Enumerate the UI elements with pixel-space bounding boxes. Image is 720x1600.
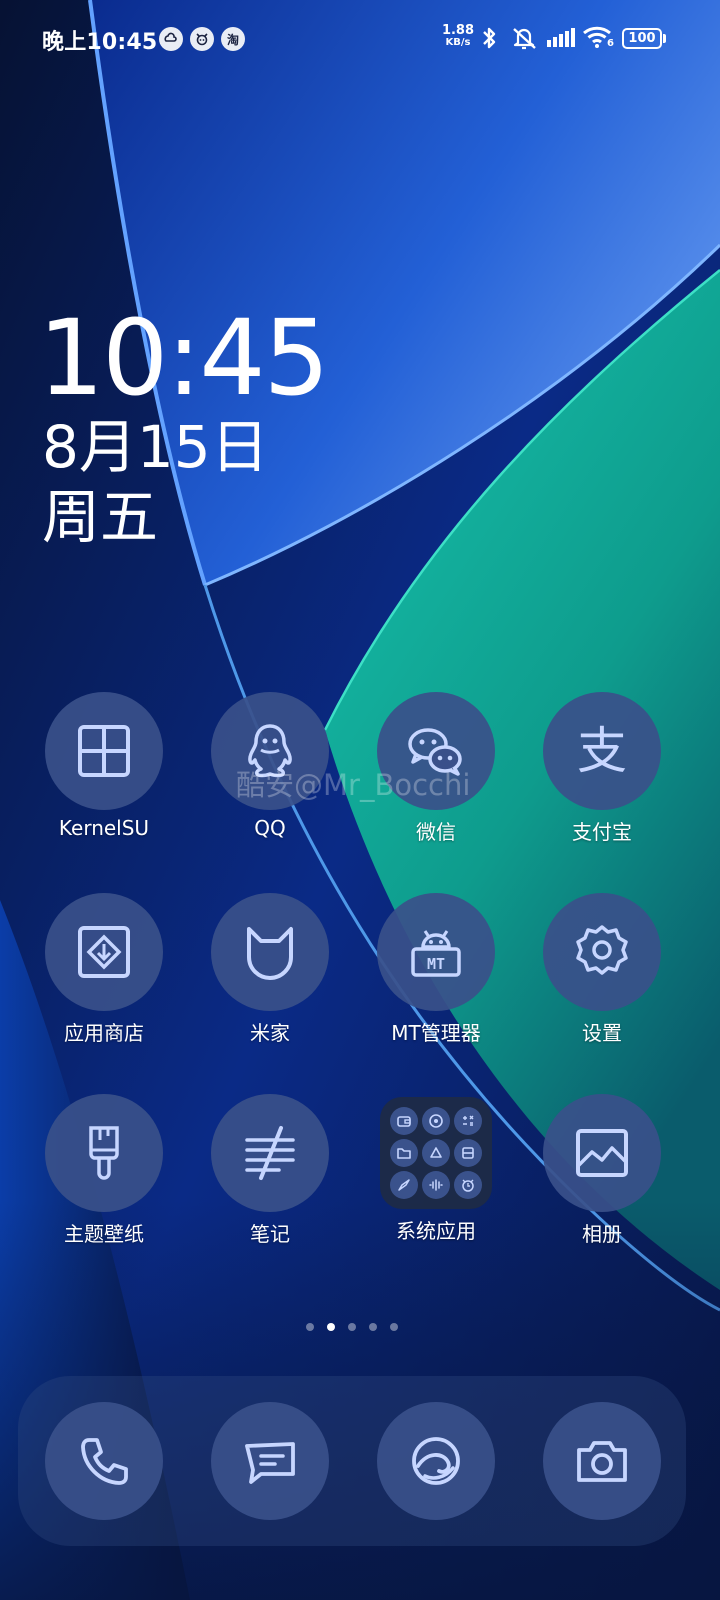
notes-icon — [211, 1094, 329, 1212]
page-dot[interactable] — [369, 1323, 377, 1331]
taobao-icon: 淘 — [221, 27, 245, 51]
page-dot[interactable] — [390, 1323, 398, 1331]
signal-icon — [547, 28, 575, 47]
app-mt-manager[interactable]: MT MT管理器 — [356, 893, 516, 1046]
app-label: 笔记 — [250, 1222, 290, 1246]
status-time: 晚上10:45 — [42, 30, 158, 55]
app-label: 系统应用 — [396, 1219, 476, 1243]
camera-icon — [577, 1441, 627, 1482]
app-app-store[interactable]: 应用商店 — [24, 893, 184, 1046]
network-speed-unit: KB/s — [445, 37, 471, 48]
browser-icon — [412, 1437, 460, 1485]
taobao-glyph: 淘 — [226, 32, 239, 47]
battery-level: 100 — [628, 31, 656, 46]
phone-icon — [81, 1438, 128, 1485]
mt-manager-icon: MT — [377, 893, 495, 1011]
app-settings[interactable]: 设置 — [522, 893, 682, 1046]
system-apps-folder-icon — [380, 1097, 492, 1209]
battery-indicator: 100 — [622, 28, 662, 49]
folder-icon — [390, 1139, 418, 1167]
page-dot[interactable] — [306, 1323, 314, 1331]
alarm-bot-icon — [190, 27, 214, 51]
app-mijia[interactable]: 米家 — [190, 893, 350, 1046]
page-indicator[interactable] — [306, 1323, 398, 1331]
app-label: 微信 — [416, 820, 456, 844]
scanner-icon — [454, 1139, 482, 1167]
page-dot-active[interactable] — [327, 1323, 335, 1331]
mijia-cat-icon — [211, 893, 329, 1011]
mt-badge: MT — [426, 955, 446, 973]
clock-date: 8月15日 — [42, 413, 269, 481]
clock-time[interactable]: 10:45 — [38, 306, 330, 410]
battery-tip — [663, 34, 666, 43]
compass-needle-icon — [390, 1171, 418, 1199]
app-label: 支付宝 — [572, 820, 632, 844]
clock-icon — [454, 1171, 482, 1199]
wallet-icon — [390, 1107, 418, 1135]
calculator-icon — [454, 1107, 482, 1135]
recorder-icon — [422, 1171, 450, 1199]
dock-phone[interactable] — [45, 1402, 163, 1520]
watermark: 酷安@Mr_Bocchi — [236, 768, 471, 802]
app-store-icon — [45, 893, 163, 1011]
assistant-icon — [422, 1139, 450, 1167]
app-label: 设置 — [582, 1021, 622, 1045]
bell-muted-icon — [513, 28, 536, 50]
app-notes[interactable]: 笔记 — [190, 1094, 350, 1247]
messages-icon — [245, 1442, 295, 1484]
page-dot[interactable] — [348, 1323, 356, 1331]
alipay-icon: 支 — [543, 692, 661, 810]
app-alipay[interactable]: 支 支付宝 — [522, 692, 682, 845]
cloud-link-icon — [159, 27, 183, 51]
network-speed: 1.88 KB/s — [440, 23, 476, 49]
alipay-glyph: 支 — [577, 722, 627, 780]
dock-camera[interactable] — [543, 1402, 661, 1520]
bluetooth-icon — [483, 27, 496, 49]
app-label: 主题壁纸 — [64, 1222, 144, 1246]
app-label: MT管理器 — [391, 1021, 481, 1045]
wifi-version: 6 — [607, 38, 614, 49]
dock-browser[interactable] — [377, 1402, 495, 1520]
app-gallery[interactable]: 相册 — [522, 1094, 682, 1247]
app-label: 米家 — [250, 1021, 290, 1045]
grid-window-icon — [45, 692, 163, 810]
status-bar: 晚上10:45 淘 1.88 KB/s 6 100 — [0, 0, 720, 78]
app-label: 应用商店 — [64, 1021, 144, 1045]
app-themes[interactable]: 主题壁纸 — [24, 1094, 184, 1247]
paintbrush-icon — [45, 1094, 163, 1212]
app-label: 相册 — [582, 1222, 622, 1246]
dock-messages[interactable] — [211, 1402, 329, 1520]
app-label: KernelSU — [58, 816, 150, 840]
app-label: QQ — [254, 816, 286, 840]
clock-weekday: 周五 — [42, 483, 159, 551]
folder-system-apps[interactable]: 系统应用 — [356, 1094, 516, 1244]
compass-icon — [422, 1107, 450, 1135]
network-speed-value: 1.88 — [441, 23, 475, 38]
gallery-icon — [543, 1094, 661, 1212]
gear-icon — [543, 893, 661, 1011]
app-kernelsu[interactable]: KernelSU — [24, 692, 184, 840]
